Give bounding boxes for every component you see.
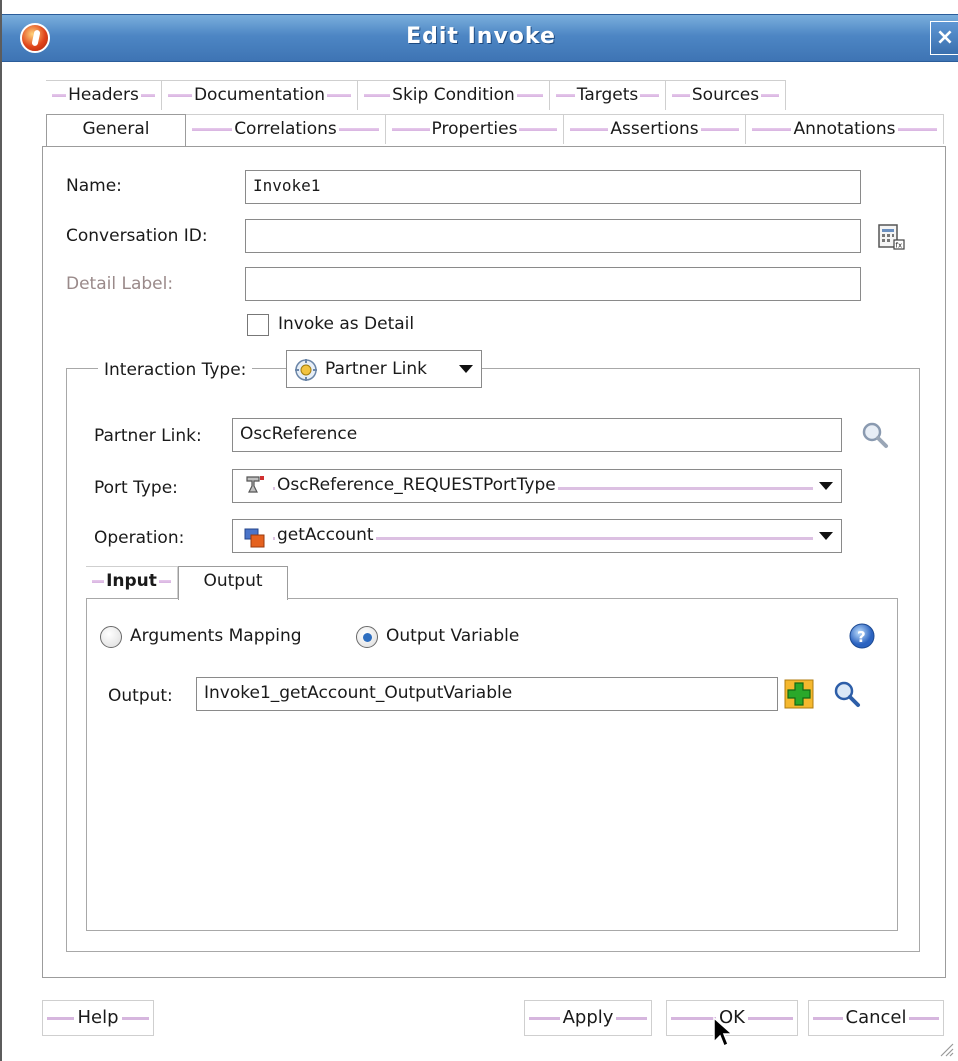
- detail-label-field[interactable]: [245, 267, 861, 301]
- conversation-id-label: Conversation ID:: [66, 226, 208, 246]
- browse-partner-link-icon[interactable]: [860, 420, 890, 450]
- tab-input[interactable]: Input: [86, 566, 178, 598]
- interaction-type-header: Interaction Type:: [98, 350, 253, 390]
- arguments-mapping-radio[interactable]: [100, 626, 122, 648]
- output-variable-radio[interactable]: [356, 626, 378, 648]
- tab-annotations[interactable]: Annotations: [746, 114, 944, 144]
- output-variable-field: Invoke1_getAccount_OutputVariable: [196, 677, 778, 711]
- close-button[interactable]: ×: [930, 21, 958, 55]
- partner-link-label: Partner Link:: [94, 426, 202, 446]
- interaction-type-value: Partner Link: [325, 359, 427, 379]
- invoke-as-detail-checkbox[interactable]: [247, 314, 269, 336]
- add-variable-icon[interactable]: [784, 679, 814, 709]
- port-type-dropdown[interactable]: OscReference_REQUESTPortType: [232, 469, 842, 503]
- tab-output[interactable]: Output: [178, 566, 288, 600]
- tab-documentation[interactable]: Documentation: [162, 80, 358, 110]
- svg-text:?: ?: [857, 628, 866, 646]
- arguments-mapping-label: Arguments Mapping: [130, 626, 302, 646]
- help-icon[interactable]: ?: [848, 622, 876, 650]
- detail-label-label: Detail Label:: [66, 274, 174, 294]
- cancel-button[interactable]: Cancel: [808, 1000, 944, 1036]
- title-bar[interactable]: Edit Invoke ×: [2, 14, 958, 62]
- invoke-as-detail-label: Invoke as Detail: [278, 314, 415, 334]
- partner-link-field: OscReference: [232, 418, 842, 452]
- operation-label: Operation:: [94, 528, 185, 548]
- chevron-down-icon: [459, 365, 473, 373]
- operation-icon: [244, 528, 265, 548]
- tab-properties[interactable]: Properties: [386, 114, 564, 144]
- dialog-window: Edit Invoke × Headers Documentation Skip…: [0, 0, 958, 1061]
- output-panel: [86, 598, 898, 931]
- tab-general[interactable]: General: [46, 114, 186, 150]
- expression-builder-icon[interactable]: fx: [876, 222, 906, 252]
- port-type-label: Port Type:: [94, 478, 178, 498]
- interaction-type-label: Interaction Type:: [104, 360, 247, 380]
- port-type-value: OscReference_REQUESTPortType: [275, 475, 558, 495]
- tab-targets[interactable]: Targets: [550, 80, 666, 110]
- conversation-id-field[interactable]: [245, 219, 861, 253]
- browse-variable-icon[interactable]: [832, 679, 862, 709]
- name-field[interactable]: Invoke1: [245, 170, 861, 204]
- operation-dropdown[interactable]: getAccount: [232, 519, 842, 553]
- tab-sources[interactable]: Sources: [666, 80, 786, 110]
- tab-assertions[interactable]: Assertions: [564, 114, 746, 144]
- resize-grip-icon[interactable]: [938, 1041, 954, 1057]
- partner-link-icon: [295, 359, 317, 381]
- apply-button[interactable]: Apply: [524, 1000, 652, 1036]
- mouse-cursor-icon: [713, 1016, 734, 1048]
- output-label: Output:: [108, 686, 173, 706]
- svg-text:fx: fx: [896, 242, 903, 250]
- tab-join: [179, 597, 287, 600]
- name-label: Name:: [66, 176, 122, 196]
- chevron-down-icon: [819, 532, 833, 540]
- port-type-icon: [246, 476, 264, 493]
- help-button[interactable]: Help: [42, 1000, 154, 1036]
- tab-headers[interactable]: Headers: [46, 80, 162, 110]
- output-variable-label: Output Variable: [386, 626, 520, 646]
- interaction-type-dropdown[interactable]: Partner Link: [286, 350, 482, 388]
- window-title: Edit Invoke: [406, 24, 556, 49]
- chevron-down-icon: [819, 482, 833, 490]
- tab-skip-condition[interactable]: Skip Condition: [358, 80, 550, 110]
- operation-value: getAccount: [275, 525, 376, 545]
- tab-correlations[interactable]: Correlations: [186, 114, 386, 144]
